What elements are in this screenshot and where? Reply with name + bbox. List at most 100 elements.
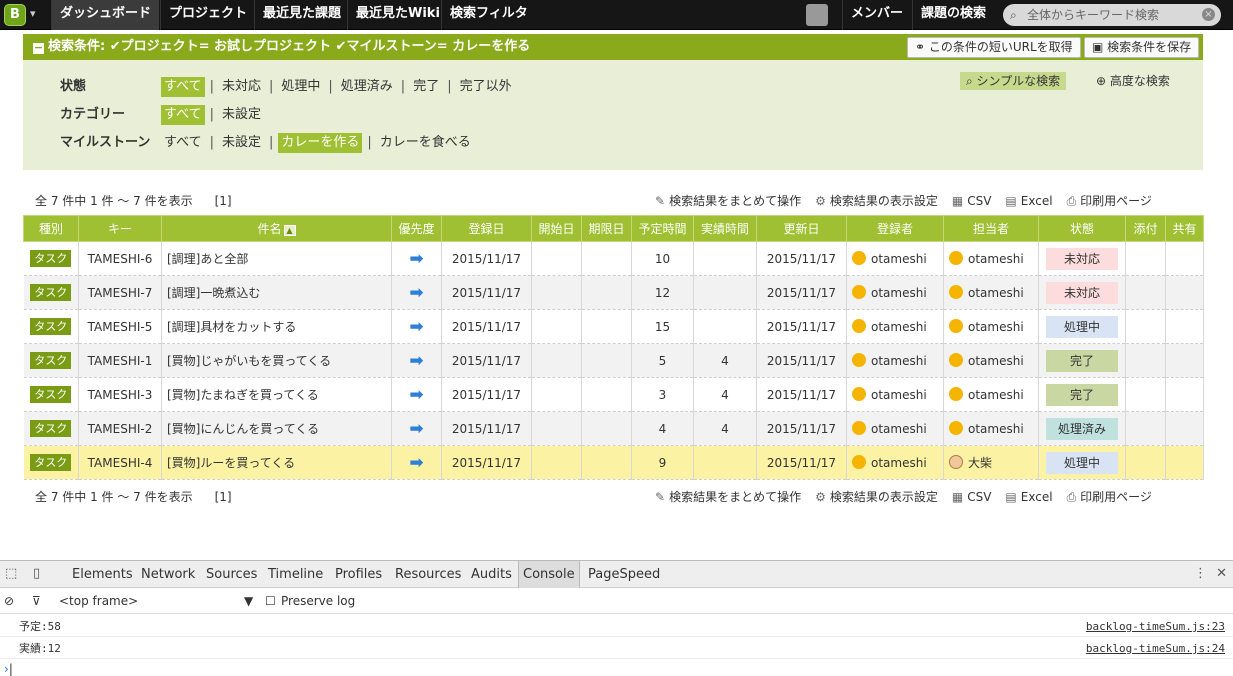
issue-key-link[interactable]: TAMESHI-4 bbox=[88, 456, 153, 470]
nav-search-filter[interactable]: 検索フィルタ bbox=[441, 0, 536, 30]
issue-subject-link[interactable]: [買物]にんじんを買ってくる bbox=[167, 422, 319, 436]
tool-print[interactable]: ⎙ 印刷用ページ bbox=[1067, 488, 1152, 505]
issue-subject-link[interactable]: [買物]ルーを買ってくる bbox=[167, 456, 295, 470]
devtools-tab-network[interactable]: Network bbox=[137, 561, 199, 588]
table-row[interactable]: タスク TAMESHI-3 [買物]たまねぎを買ってくる ➡ 2015/11/17 3 4 2… bbox=[23, 377, 1204, 412]
filter-option[interactable]: すべて bbox=[161, 105, 205, 125]
issue-key-link[interactable]: TAMESHI-2 bbox=[88, 422, 153, 436]
device-icon[interactable]: ▯ bbox=[33, 566, 40, 581]
devtools-tab-profiles[interactable]: Profiles bbox=[331, 561, 386, 588]
frame-select[interactable]: <top frame> bbox=[59, 594, 138, 608]
backlog-logo-icon[interactable]: B bbox=[4, 4, 26, 26]
nav-recent-issues[interactable]: 最近見た課題 bbox=[254, 0, 349, 30]
frame-select-chevron-icon[interactable]: ▼ bbox=[244, 594, 253, 608]
issue-subject-link[interactable]: [買物]じゃがいもを買ってくる bbox=[167, 354, 331, 368]
tool-csv[interactable]: ▦ CSV bbox=[952, 194, 992, 208]
devtools-tab-console[interactable]: Console bbox=[518, 561, 580, 588]
table-row[interactable]: タスク TAMESHI-2 [買物]にんじんを買ってくる ➡ 2015/11/17 4 4 2… bbox=[23, 411, 1204, 446]
page-link[interactable]: [1] bbox=[215, 490, 232, 504]
short-url-button[interactable]: ⚭ この条件の短いURLを取得 bbox=[907, 37, 1081, 58]
issue-subject-link[interactable]: [買物]たまねぎを買ってくる bbox=[167, 388, 319, 402]
issue-key-link[interactable]: TAMESHI-3 bbox=[88, 388, 153, 402]
more-options-icon[interactable]: ⋮ bbox=[1194, 566, 1207, 581]
column-header[interactable]: 登録日 bbox=[441, 215, 532, 242]
table-row[interactable]: タスク TAMESHI-4 [買物]ルーを買ってくる ➡ 2015/11/17 9 2015… bbox=[23, 445, 1204, 480]
issue-key-link[interactable]: TAMESHI-6 bbox=[88, 252, 153, 266]
cell-updated: 2015/11/17 bbox=[756, 343, 847, 378]
table-row[interactable]: タスク TAMESHI-7 [調理]一晩煮込む ➡ 2015/11/17 12 2015/1… bbox=[23, 275, 1204, 310]
clear-icon[interactable]: × bbox=[1202, 8, 1215, 21]
column-header[interactable]: キー bbox=[78, 215, 162, 242]
filter-option[interactable]: すべて bbox=[161, 77, 205, 97]
column-header[interactable]: 優先度 bbox=[391, 215, 442, 242]
advanced-search-button[interactable]: ⊕ 高度な検索 bbox=[1096, 72, 1170, 90]
filter-option[interactable]: 処理済み bbox=[338, 77, 396, 97]
issue-key-link[interactable]: TAMESHI-1 bbox=[88, 354, 153, 368]
collapse-icon[interactable]: − bbox=[33, 42, 44, 54]
column-header[interactable]: 件名 ▲ bbox=[161, 215, 392, 242]
simple-search-button[interactable]: ⌕ シンプルな検索 bbox=[960, 72, 1067, 90]
tool-excel[interactable]: ▤ Excel bbox=[1005, 194, 1052, 208]
table-row[interactable]: タスク TAMESHI-1 [買物]じゃがいもを買ってくる ➡ 2015/11/17 5 4… bbox=[23, 343, 1204, 378]
cell-estimated: 4 bbox=[631, 411, 694, 446]
filter-icon[interactable]: ⊽ bbox=[32, 594, 41, 608]
column-header[interactable]: 開始日 bbox=[531, 215, 582, 242]
nav-recent-wiki[interactable]: 最近見たWiki bbox=[347, 0, 448, 30]
preserve-log-checkbox[interactable]: ☐ bbox=[265, 594, 276, 608]
column-header[interactable]: 担当者 bbox=[943, 215, 1039, 242]
inspect-icon[interactable]: ⬚ bbox=[5, 566, 17, 581]
table-row[interactable]: タスク TAMESHI-5 [調理]具材をカットする ➡ 2015/11/17 15 201… bbox=[23, 309, 1204, 344]
devtools-tab-sources[interactable]: Sources bbox=[202, 561, 261, 588]
column-header[interactable]: 登録者 bbox=[846, 215, 944, 242]
nav-dashboard[interactable]: ダッシュボード bbox=[51, 0, 160, 30]
filter-option[interactable]: 未対応 bbox=[219, 77, 264, 97]
devtools-tab-pagespeed[interactable]: PageSpeed bbox=[584, 561, 664, 588]
filter-option[interactable]: 処理中 bbox=[278, 77, 323, 97]
issue-key-link[interactable]: TAMESHI-7 bbox=[88, 286, 153, 300]
issue-subject-link[interactable]: [調理]一晩煮込む bbox=[167, 286, 260, 300]
column-header[interactable]: 期限日 bbox=[581, 215, 632, 242]
issue-subject-link[interactable]: [調理]あと全部 bbox=[167, 252, 248, 266]
user-avatar[interactable] bbox=[806, 4, 828, 26]
filter-option[interactable]: 完了以外 bbox=[457, 77, 515, 97]
filter-option[interactable]: 未設定 bbox=[219, 105, 264, 125]
sort-asc-icon[interactable]: ▲ bbox=[283, 225, 296, 236]
filter-option[interactable]: すべて bbox=[161, 133, 205, 153]
column-header[interactable]: 共有 bbox=[1165, 215, 1204, 242]
devtools-tab-timeline[interactable]: Timeline bbox=[264, 561, 327, 588]
nav-projects[interactable]: プロジェクト bbox=[160, 0, 255, 30]
tool-bulk-edit[interactable]: ✎ 検索結果をまとめて操作 bbox=[655, 192, 801, 209]
close-icon[interactable]: ✕ bbox=[1216, 566, 1227, 581]
column-header[interactable]: 種別 bbox=[23, 215, 79, 242]
save-condition-button[interactable]: ▣ 検索条件を保存 bbox=[1084, 37, 1200, 58]
column-header[interactable]: 予定時間 bbox=[631, 215, 694, 242]
clear-console-icon[interactable]: ⊘ bbox=[4, 594, 14, 608]
page-link[interactable]: [1] bbox=[215, 194, 232, 208]
devtools-tab-elements[interactable]: Elements bbox=[68, 561, 137, 588]
source-link[interactable]: backlog-timeSum.js:23 bbox=[1086, 616, 1225, 637]
table-row[interactable]: タスク TAMESHI-6 [調理]あと全部 ➡ 2015/11/17 10 2015/11… bbox=[23, 241, 1204, 276]
filter-option[interactable]: カレーを作る bbox=[278, 133, 363, 153]
issue-key-link[interactable]: TAMESHI-5 bbox=[88, 320, 153, 334]
column-header[interactable]: 添付 bbox=[1125, 215, 1166, 242]
tool-settings-gear[interactable]: ⚙ 検索結果の表示設定 bbox=[815, 192, 938, 209]
filter-option[interactable]: 未設定 bbox=[219, 133, 264, 153]
nav-members[interactable]: メンバー bbox=[842, 0, 911, 30]
column-header[interactable]: 更新日 bbox=[756, 215, 847, 242]
tool-settings-gear[interactable]: ⚙ 検索結果の表示設定 bbox=[815, 488, 938, 505]
global-search-input[interactable]: ⌕ 全体からキーワード検索 × bbox=[1003, 4, 1221, 26]
source-link[interactable]: backlog-timeSum.js:24 bbox=[1086, 638, 1225, 659]
nav-issue-search[interactable]: 課題の検索 bbox=[912, 0, 994, 30]
tool-csv[interactable]: ▦ CSV bbox=[952, 490, 992, 504]
tool-print[interactable]: ⎙ 印刷用ページ bbox=[1067, 192, 1152, 209]
filter-option[interactable]: カレーを食べる bbox=[377, 133, 474, 153]
issue-subject-link[interactable]: [調理]具材をカットする bbox=[167, 320, 296, 334]
column-header[interactable]: 実績時間 bbox=[693, 215, 757, 242]
chevron-down-icon[interactable]: ▾ bbox=[30, 7, 36, 20]
column-header[interactable]: 状態 bbox=[1038, 215, 1126, 242]
devtools-tab-resources[interactable]: Resources bbox=[391, 561, 465, 588]
tool-bulk-edit[interactable]: ✎ 検索結果をまとめて操作 bbox=[655, 488, 801, 505]
filter-option[interactable]: 完了 bbox=[410, 77, 442, 97]
tool-excel[interactable]: ▤ Excel bbox=[1005, 490, 1052, 504]
devtools-tab-audits[interactable]: Audits bbox=[467, 561, 516, 588]
